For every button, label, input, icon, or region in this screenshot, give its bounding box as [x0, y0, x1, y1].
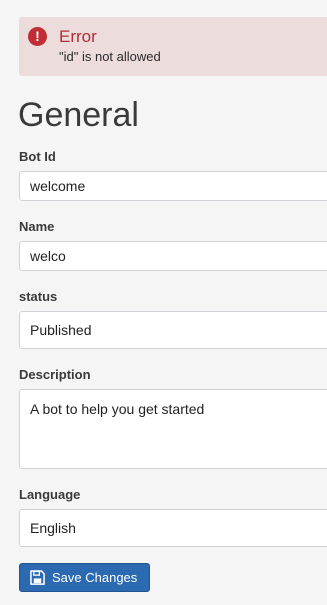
name-label: Name — [19, 219, 55, 234]
save-changes-label: Save Changes — [52, 570, 138, 585]
name-field[interactable]: welco — [19, 241, 327, 271]
description-textarea[interactable]: A bot to help you get started — [19, 389, 327, 469]
page-title: General — [18, 96, 139, 134]
language-label: Language — [19, 487, 81, 502]
bot-id-label: Bot Id — [19, 149, 56, 164]
exclamation-icon: ! — [28, 27, 47, 46]
description-label: Description — [19, 367, 91, 382]
alert-title: Error — [59, 27, 97, 46]
error-alert: ! Error "id" is not allowed — [19, 17, 327, 76]
alert-message: "id" is not allowed — [59, 49, 161, 64]
bot-id-field[interactable]: welcome — [19, 171, 327, 201]
status-label: status — [19, 289, 58, 304]
status-select[interactable]: Published — [19, 311, 327, 349]
save-changes-button[interactable]: Save Changes — [19, 563, 150, 592]
floppy-disk-icon — [30, 570, 45, 585]
bot-settings-page: ! Error "id" is not allowed General Bot … — [0, 0, 327, 605]
language-select[interactable]: English — [19, 509, 327, 547]
